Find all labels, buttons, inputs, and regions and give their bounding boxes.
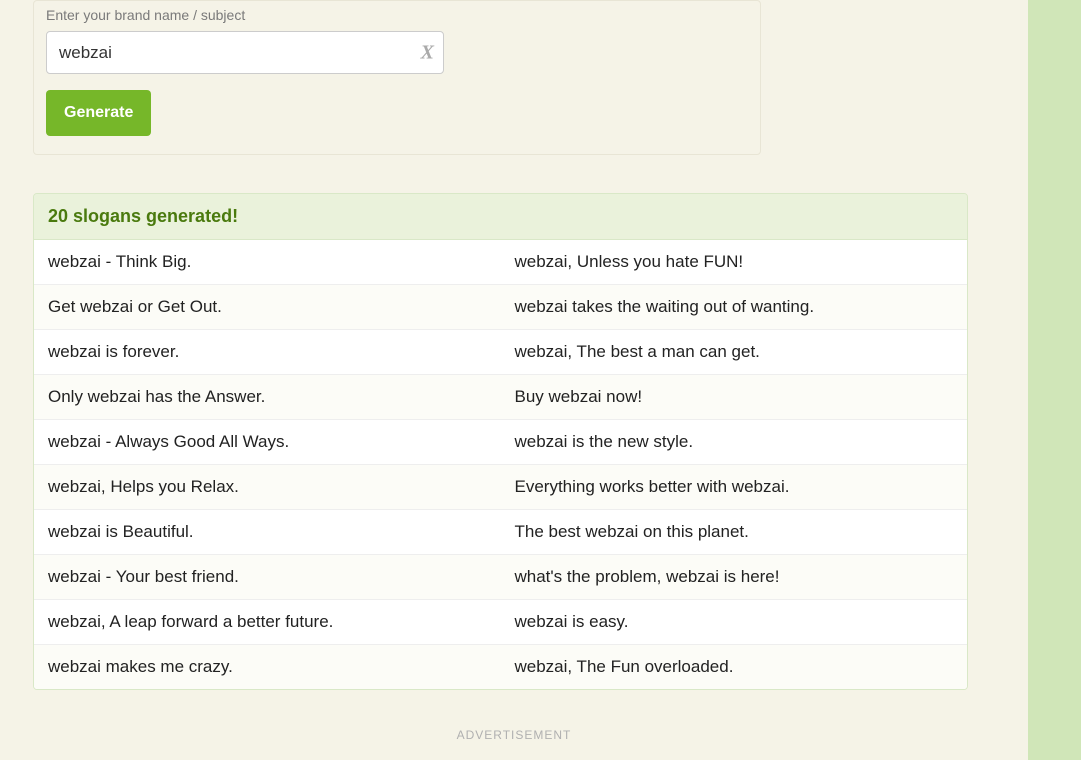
slogan-cell: webzai - Your best friend. xyxy=(34,555,501,599)
slogan-cell: webzai is easy. xyxy=(501,600,968,644)
slogan-cell: webzai makes me crazy. xyxy=(34,645,501,689)
generate-button[interactable]: Generate xyxy=(46,90,151,136)
slogan-cell: webzai is forever. xyxy=(34,330,501,374)
results-row: Get webzai or Get Out.webzai takes the w… xyxy=(34,285,967,330)
results-row: webzai, A leap forward a better future.w… xyxy=(34,600,967,645)
results-row: webzai is Beautiful.The best webzai on t… xyxy=(34,510,967,555)
input-form-panel: Enter your brand name / subject X Genera… xyxy=(33,0,761,155)
slogan-cell: what's the problem, webzai is here! xyxy=(501,555,968,599)
results-row: webzai - Always Good All Ways.webzai is … xyxy=(34,420,967,465)
brand-input-label: Enter your brand name / subject xyxy=(46,1,748,23)
slogan-cell: webzai is the new style. xyxy=(501,420,968,464)
results-row: webzai - Your best friend.what's the pro… xyxy=(34,555,967,600)
slogan-cell: webzai takes the waiting out of wanting. xyxy=(501,285,968,329)
slogan-cell: Everything works better with webzai. xyxy=(501,465,968,509)
results-panel: 20 slogans generated! webzai - Think Big… xyxy=(33,193,968,690)
slogan-cell: webzai, A leap forward a better future. xyxy=(34,600,501,644)
results-row: Only webzai has the Answer.Buy webzai no… xyxy=(34,375,967,420)
slogan-cell: webzai, The Fun overloaded. xyxy=(501,645,968,689)
slogan-cell: webzai - Always Good All Ways. xyxy=(34,420,501,464)
slogan-cell: Only webzai has the Answer. xyxy=(34,375,501,419)
results-body: webzai - Think Big.webzai, Unless you ha… xyxy=(34,240,967,689)
input-wrapper: X xyxy=(46,31,444,74)
advertisement-label: ADVERTISEMENT xyxy=(33,728,995,742)
results-header: 20 slogans generated! xyxy=(34,194,967,240)
results-row: webzai, Helps you Relax.Everything works… xyxy=(34,465,967,510)
results-row: webzai - Think Big.webzai, Unless you ha… xyxy=(34,240,967,285)
slogan-cell: Get webzai or Get Out. xyxy=(34,285,501,329)
slogan-cell: webzai, Helps you Relax. xyxy=(34,465,501,509)
results-row: webzai makes me crazy.webzai, The Fun ov… xyxy=(34,645,967,689)
slogan-cell: webzai, Unless you hate FUN! xyxy=(501,240,968,284)
results-row: webzai is forever.webzai, The best a man… xyxy=(34,330,967,375)
slogan-cell: webzai - Think Big. xyxy=(34,240,501,284)
sidebar-gap xyxy=(1028,0,1081,760)
slogan-cell: webzai is Beautiful. xyxy=(34,510,501,554)
slogan-cell: Buy webzai now! xyxy=(501,375,968,419)
slogan-cell: The best webzai on this planet. xyxy=(501,510,968,554)
brand-input[interactable] xyxy=(46,31,444,74)
clear-input-icon[interactable]: X xyxy=(421,41,434,64)
slogan-cell: webzai, The best a man can get. xyxy=(501,330,968,374)
